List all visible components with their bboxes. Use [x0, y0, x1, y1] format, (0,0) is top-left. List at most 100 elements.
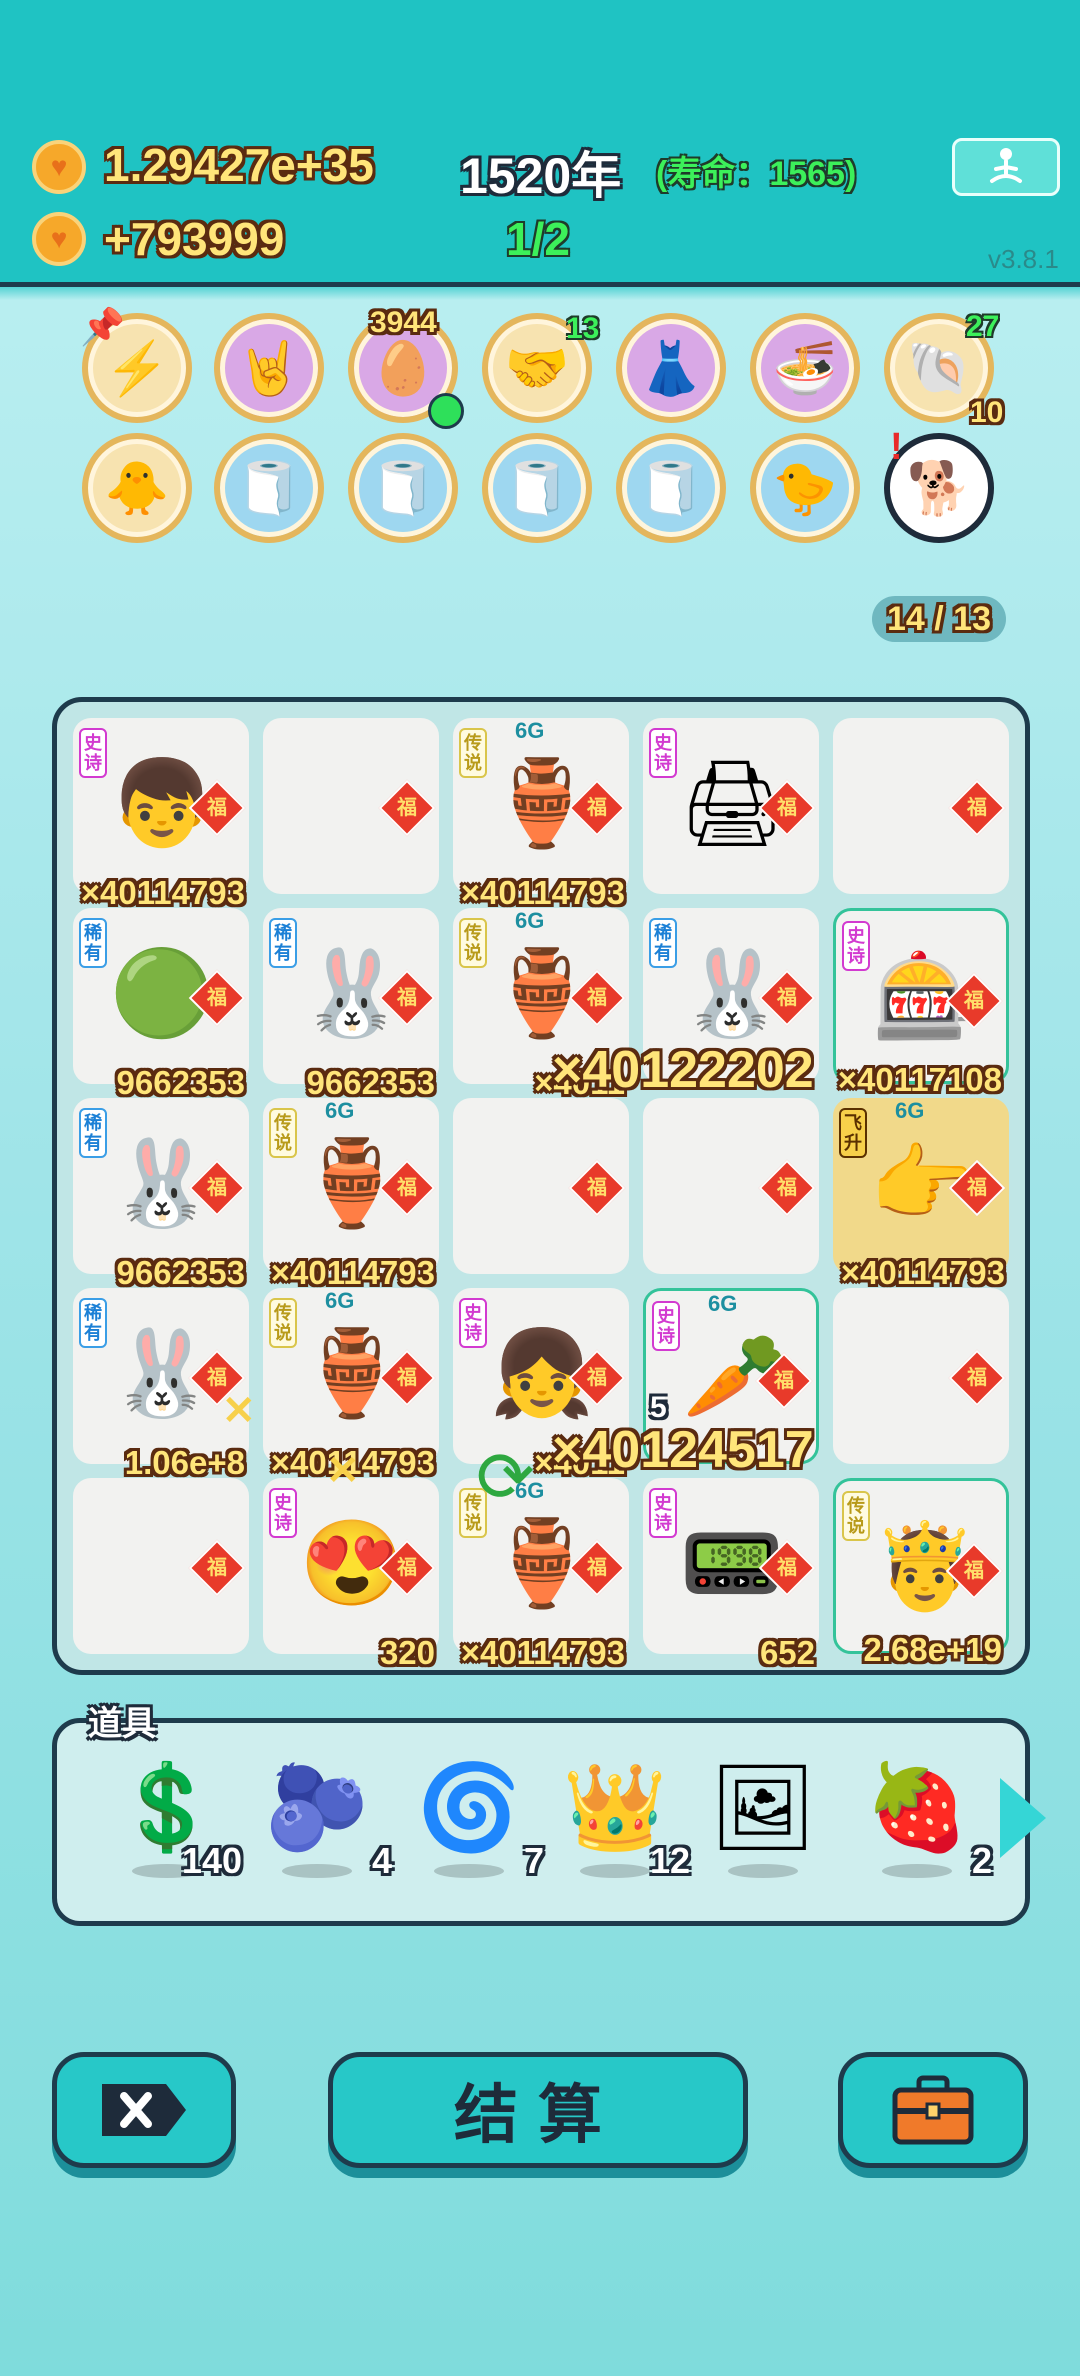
fortune-label: 福 — [967, 797, 987, 819]
fortune-badge: 福 — [948, 779, 1006, 837]
strawberry-icon: 🍓 — [864, 1760, 970, 1854]
board-cell[interactable]: 稀有 🐰 福 9662353 — [73, 1098, 249, 1291]
cell-multiplier: 1.06e+8 — [124, 1444, 245, 1481]
item-slot[interactable]: 🖼 — [708, 1752, 818, 1892]
board-cell[interactable]: 福 — [833, 718, 1009, 894]
board-cell[interactable]: 史诗 📟 福 652 — [643, 1478, 819, 1671]
cell-multiplier: 9662353 — [306, 1064, 435, 1101]
board-cell[interactable]: 传说 6G 🏺 福 ×40114793 — [263, 1098, 439, 1291]
item-slot[interactable]: 🫐 4 — [262, 1752, 392, 1892]
buff-tissue-2[interactable]: 🧻 — [348, 433, 458, 543]
board-cell[interactable]: 福 — [73, 1478, 249, 1654]
bowls-icon: 🍜 — [772, 339, 838, 398]
item-count: 12 — [649, 1840, 690, 1881]
board-cell[interactable]: 稀有 🟢 福 9662353 — [73, 908, 249, 1101]
rarity-tag: 史诗 — [79, 728, 107, 778]
fortune-badge: 福 — [758, 1159, 816, 1217]
board-cell[interactable]: 福 — [263, 718, 439, 894]
item-slot[interactable]: 💲 140 — [112, 1752, 242, 1892]
item-slot[interactable]: 🌀 7 — [414, 1752, 544, 1892]
buff-tissue-4[interactable]: 🧻 — [616, 433, 726, 543]
coins-rate: +793999 — [104, 213, 285, 265]
egg-tray-count: 3944 — [370, 306, 437, 339]
exit-button[interactable] — [52, 2052, 236, 2168]
refresh-icon: ⟳ — [476, 1438, 535, 1516]
big-multiplier-row2: ×40122202 — [552, 1041, 814, 1099]
cool-dog-icon: 🐕 — [906, 459, 972, 518]
board-cell[interactable]: 稀有 🐰 福 9662353 — [263, 908, 439, 1101]
chick-icon: 🐥 — [104, 459, 170, 518]
pin-icon: 📌 — [80, 306, 125, 347]
g6-badge: 6G — [515, 718, 545, 743]
tissue-box-icon: 🧻 — [638, 459, 704, 518]
item-shadow — [580, 1864, 650, 1878]
board-cell[interactable]: 传说 🤴 福 2.68e+19 — [833, 1478, 1009, 1668]
item-shadow — [282, 1864, 352, 1878]
cell-multiplier: ×40114793 — [460, 1634, 625, 1671]
rarity-tag: 稀有 — [269, 918, 297, 968]
buff-chick-syringe[interactable]: 🐤 — [750, 433, 860, 543]
item-slot[interactable]: 🍓 2 — [862, 1752, 992, 1892]
buff-bowls[interactable]: 🍜 — [750, 313, 860, 423]
rarity-tag: 稀有 — [649, 918, 677, 968]
board-cell[interactable]: 飞升 6G 👉 福 ×40114793 — [833, 1098, 1009, 1291]
rarity-tag: 史诗 — [652, 1301, 680, 1351]
fortune-label: 福 — [397, 797, 417, 819]
board-cell[interactable]: 福 — [453, 1098, 629, 1274]
top-status-bar: ♥ 1.29427e+35 ♥ +793999 1520年 (寿命：1565) … — [0, 0, 1080, 287]
board-cell[interactable]: 史诗 😍 福 320 — [263, 1478, 439, 1671]
scroll-right-arrow-icon[interactable] — [1000, 1778, 1046, 1858]
buff-chick[interactable]: 🐥 — [82, 433, 192, 543]
settle-button[interactable]: 结算 — [328, 2052, 748, 2168]
board-cell[interactable]: 稀有 🐰 福 1.06e+8 — [73, 1288, 249, 1481]
fortune-label: 福 — [587, 1557, 607, 1579]
buff-skirt[interactable]: 👗 — [616, 313, 726, 423]
buff-tissue-3[interactable]: 🧻 — [482, 433, 592, 543]
fortune-label: 福 — [774, 1370, 794, 1392]
coins-total: 1.29427e+35 — [104, 139, 374, 191]
stage-progress: 1/2 — [506, 213, 570, 265]
buff-tissue-1[interactable]: 🧻 — [214, 433, 324, 543]
bag-button[interactable] — [838, 2052, 1028, 2168]
g6-badge: 6G — [708, 1291, 738, 1316]
skirt-icon: 👗 — [638, 339, 704, 398]
meditate-button[interactable] — [952, 138, 1060, 196]
settle-label: 结算 — [454, 2079, 622, 2151]
cell-multiplier: 9662353 — [116, 1064, 245, 1101]
fortune-label: 福 — [207, 987, 227, 1009]
cell-multiplier: ×40114793 — [270, 1254, 435, 1291]
buff-rock-hand[interactable]: 🤘 — [214, 313, 324, 423]
exit-x-icon — [102, 2084, 186, 2136]
fortune-label: 福 — [967, 1177, 987, 1199]
fortune-badge: 福 — [378, 779, 436, 837]
board-cell[interactable]: 史诗 👦 福 ×40114793 — [73, 718, 249, 911]
item-slot[interactable]: 👑 12 — [560, 1752, 690, 1892]
fortune-label: 福 — [207, 1557, 227, 1579]
meditation-icon — [990, 148, 1022, 183]
fortune-label: 福 — [777, 987, 797, 1009]
rock-hand-icon: 🤘 — [236, 339, 302, 398]
fortune-label: 福 — [397, 1557, 417, 1579]
shell-count: 27 — [966, 310, 1000, 343]
handshake-count: 13 — [566, 312, 600, 345]
cell-multiplier: ×40114793 — [840, 1254, 1005, 1291]
board-cell[interactable]: 传说 6G 🏺 福 ×40114793 — [453, 718, 629, 911]
blueberry-icon: 🫐 — [264, 1760, 370, 1854]
fortune-label: 福 — [397, 987, 417, 1009]
board-cell[interactable]: 福 — [833, 1288, 1009, 1464]
black-hole-icon: 🌀 — [416, 1760, 522, 1854]
g6-badge: 6G — [325, 1288, 355, 1313]
fortune-label: 福 — [964, 990, 984, 1012]
framed-card-icon: 🖼 — [709, 1760, 817, 1854]
board-cell[interactable]: 传说 6G 🏺 福 ×40114793 — [263, 1288, 439, 1481]
board-cell[interactable]: 史诗 🖨 福 — [643, 718, 819, 894]
fortune-badge: 福 — [188, 1539, 246, 1597]
g6-badge: 6G — [325, 1098, 355, 1123]
fortune-label: 福 — [397, 1177, 417, 1199]
handshake-icon: 🤝 — [504, 339, 570, 398]
tissue-box-icon: 🧻 — [504, 459, 570, 518]
board-cell[interactable]: 史诗 🎰 福 ×40117108 — [833, 908, 1009, 1098]
version-label: v3.8.1 — [988, 244, 1059, 274]
shell-count-secondary: 10 — [970, 396, 1004, 429]
board-cell[interactable]: 福 — [643, 1098, 819, 1274]
